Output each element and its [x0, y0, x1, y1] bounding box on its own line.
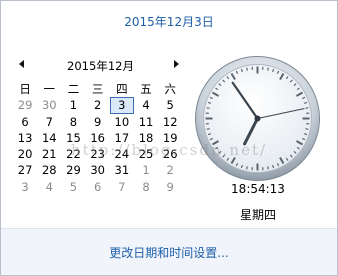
month-title[interactable]: 2015年12月 — [13, 58, 188, 74]
calendar-day[interactable]: 19 — [158, 130, 182, 146]
long-date-link[interactable]: 2015年12月3日 — [1, 13, 337, 30]
clock-tick — [267, 67, 269, 71]
calendar-day[interactable]: 12 — [158, 114, 182, 130]
weekday-name: 星期四 — [239, 208, 276, 222]
calendar-grid: 日 一 二 三 四 五 六 29 30 1 2 3 4 5 6 7 8 9 10… — [13, 81, 182, 195]
calendar-day[interactable]: 18 — [134, 130, 158, 146]
calendar-day[interactable]: 1 — [61, 97, 85, 113]
calendar-day[interactable]: 16 — [86, 130, 110, 146]
calendar-day[interactable]: 14 — [37, 130, 61, 146]
calendar-day[interactable]: 2 — [86, 97, 110, 113]
calendar-day[interactable]: 25 — [134, 146, 158, 162]
weekday-label: 六 — [164, 82, 176, 96]
calendar-day[interactable]: 28 — [37, 162, 61, 178]
clock-tick — [246, 67, 248, 71]
calendar-day[interactable]: 9 — [86, 114, 110, 130]
calendar-day[interactable]: 23 — [86, 146, 110, 162]
calendar-day[interactable]: 24 — [110, 146, 134, 162]
calendar-day[interactable]: 30 — [86, 162, 110, 178]
calendar-day[interactable]: 3 — [13, 179, 37, 195]
clock-tick — [206, 128, 210, 130]
clock-tick — [206, 107, 210, 109]
change-date-time-settings-link[interactable]: 更改日期和时间设置... — [1, 244, 337, 261]
calendar-day[interactable]: 5 — [158, 97, 182, 113]
calendar-day[interactable]: 1 — [134, 162, 158, 178]
calendar-day-today[interactable]: 3 — [109, 97, 134, 114]
calendar-day[interactable]: 26 — [158, 146, 182, 162]
analog-clock-icon — [195, 56, 320, 181]
calendar-day[interactable]: 31 — [110, 162, 134, 178]
calendar-day[interactable]: 11 — [134, 114, 158, 130]
date-time-flyout: 2015年12月3日 2015年12月 日 一 二 三 四 五 六 29 30 … — [0, 0, 338, 276]
calendar-day[interactable]: 13 — [13, 130, 37, 146]
next-month-icon[interactable] — [174, 60, 179, 68]
calendar-day[interactable]: 7 — [110, 179, 134, 195]
weekday-label: 日 — [19, 82, 31, 96]
clock-tick — [267, 166, 269, 170]
calendar-day[interactable]: 15 — [61, 130, 85, 146]
clock-tick — [246, 166, 248, 170]
digital-time: 18:54:13 — [231, 182, 285, 196]
calendar-day[interactable]: 27 — [13, 162, 37, 178]
calendar-day[interactable]: 6 — [13, 114, 37, 130]
calendar-day[interactable]: 4 — [37, 179, 61, 195]
calendar-day[interactable]: 20 — [13, 146, 37, 162]
calendar-day[interactable]: 17 — [110, 130, 134, 146]
calendar-day[interactable]: 7 — [37, 114, 61, 130]
calendar-day[interactable]: 30 — [37, 97, 61, 113]
calendar-day[interactable]: 8 — [134, 179, 158, 195]
footer-bar: 更改日期和时间设置... — [1, 228, 337, 275]
weekday-label: 四 — [116, 82, 128, 96]
clock-tick — [305, 128, 309, 130]
calendar-day[interactable]: 6 — [86, 179, 110, 195]
weekday-label: 二 — [67, 82, 80, 96]
weekday-label: 三 — [91, 82, 104, 96]
calendar-day[interactable]: 29 — [13, 97, 37, 113]
calendar-header: 2015年12月 — [13, 58, 188, 74]
weekday-label: 一 — [43, 82, 56, 96]
calendar-day[interactable]: 22 — [61, 146, 85, 162]
calendar-day[interactable]: 4 — [134, 97, 158, 113]
calendar-day[interactable]: 9 — [158, 179, 182, 195]
calendar-day[interactable]: 29 — [61, 162, 85, 178]
weekday-label: 五 — [140, 82, 152, 96]
calendar-day[interactable]: 10 — [110, 114, 134, 130]
calendar-day[interactable]: 21 — [37, 146, 61, 162]
calendar-day[interactable]: 5 — [61, 179, 85, 195]
clock-tick — [305, 107, 309, 109]
calendar-day[interactable]: 8 — [61, 114, 85, 130]
calendar-day[interactable]: 2 — [158, 162, 182, 178]
